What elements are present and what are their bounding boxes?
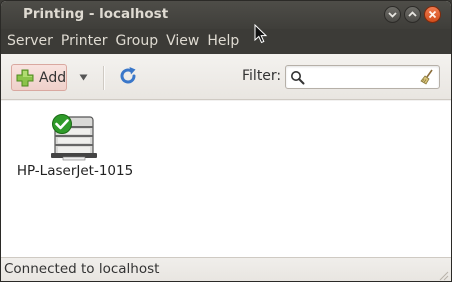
printing-window: Printing - localhost Server Printer Grou… — [0, 0, 452, 282]
add-dropdown-button[interactable] — [76, 70, 90, 84]
resize-grip-icon[interactable] — [437, 269, 449, 281]
menu-server[interactable]: Server — [1, 29, 57, 54]
printer-list[interactable]: HP-LaserJet-1015 — [1, 101, 451, 257]
add-button-label: Add — [39, 69, 67, 86]
checkmark-icon — [51, 113, 73, 135]
close-button[interactable] — [424, 6, 441, 23]
status-text: Connected to localhost — [4, 261, 160, 277]
mouse-pointer-icon — [254, 23, 268, 44]
minimize-button[interactable] — [384, 6, 401, 23]
minimize-icon — [388, 10, 397, 19]
printer-name: HP-LaserJet-1015 — [16, 163, 134, 179]
menu-printer[interactable]: Printer — [57, 29, 112, 54]
refresh-button[interactable] — [116, 66, 140, 90]
title-bar[interactable]: Printing - localhost — [1, 1, 451, 29]
toolbar-separator — [103, 66, 104, 90]
toolbar: Add Filter: — [1, 54, 451, 100]
maximize-icon — [408, 10, 417, 19]
add-button[interactable]: Add — [11, 64, 67, 91]
menu-bar: Server Printer Group View Help — [1, 29, 451, 54]
maximize-button[interactable] — [404, 6, 421, 23]
clear-broom-icon[interactable] — [419, 69, 435, 85]
filter-input[interactable] — [308, 68, 418, 86]
refresh-icon — [117, 65, 139, 91]
filter-field[interactable] — [285, 65, 440, 89]
filter-label: Filter: — [242, 68, 282, 84]
menu-group[interactable]: Group — [112, 29, 163, 54]
plus-icon — [15, 68, 35, 88]
search-icon[interactable] — [290, 70, 305, 85]
printer-item[interactable]: HP-LaserJet-1015 — [15, 113, 135, 183]
close-icon — [428, 10, 437, 19]
status-bar: Connected to localhost — [1, 257, 451, 281]
dropdown-arrow-icon — [79, 70, 88, 85]
window-title: Printing - localhost — [23, 6, 169, 22]
menu-view[interactable]: View — [162, 29, 203, 54]
menu-help[interactable]: Help — [203, 29, 243, 54]
